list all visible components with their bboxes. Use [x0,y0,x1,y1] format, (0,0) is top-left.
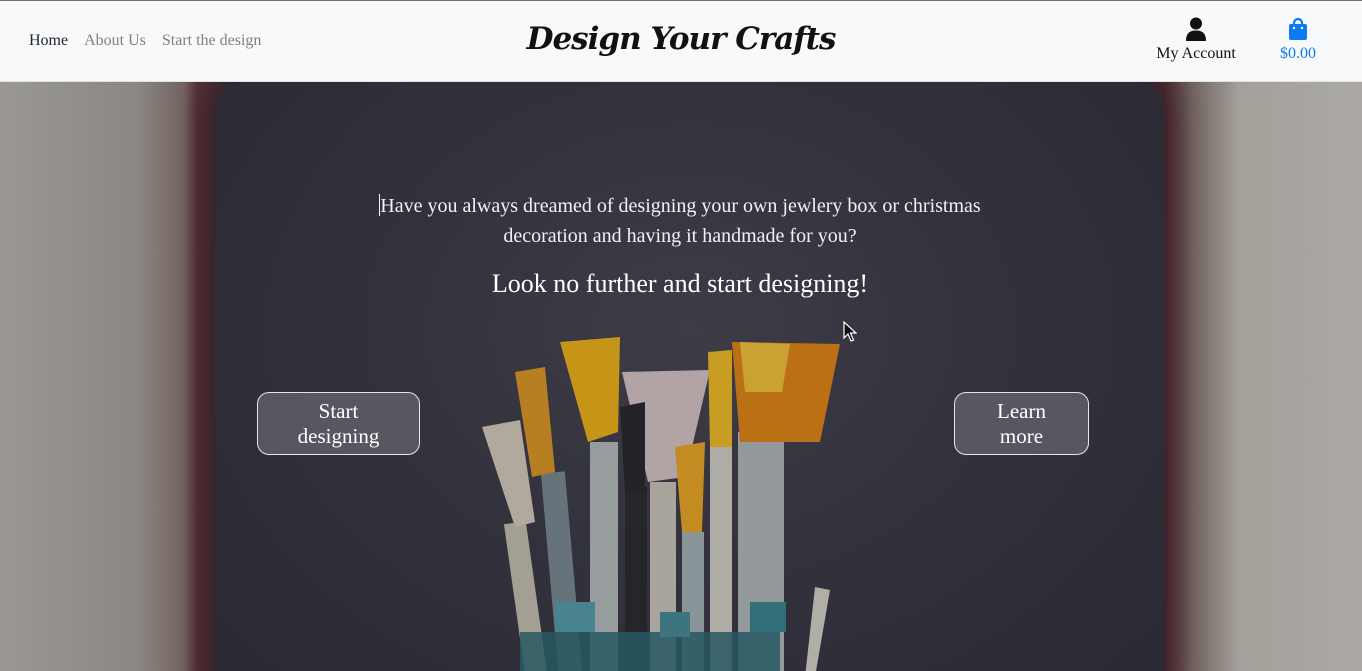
shopping-bag-icon [1289,17,1307,40]
mouse-pointer-icon [843,321,857,342]
intro-line-2: decoration and having it handmade for yo… [503,225,857,247]
my-account-label: My Account [1156,45,1236,62]
start-designing-button[interactable]: Start designing [257,392,420,455]
my-account-link[interactable]: My Account [1148,17,1244,63]
navbar: Home About Us Start the design Design Yo… [0,0,1362,82]
brand-logo[interactable]: Design Your Crafts [527,21,837,57]
nav-link-home[interactable]: Home [29,32,68,50]
cart-link[interactable]: $0.00 [1268,17,1328,63]
nav-link-start-design[interactable]: Start the design [162,32,262,50]
hero-intro-text: Have you always dreamed of designing you… [340,191,1020,251]
intro-line-1: Have you always dreamed of designing you… [380,195,981,217]
hero-tagline: Look no further and start designing! [491,269,869,298]
hero-section: Have you always dreamed of designing you… [0,82,1362,671]
nav-link-about-us[interactable]: About Us [84,32,146,50]
cart-total: $0.00 [1280,45,1316,62]
page: Home About Us Start the design Design Yo… [0,0,1362,671]
learn-more-button[interactable]: Learn more [954,392,1089,455]
nav-links: Home About Us Start the design [29,32,261,50]
hero-overlay [0,82,1362,671]
user-icon [1186,17,1206,41]
